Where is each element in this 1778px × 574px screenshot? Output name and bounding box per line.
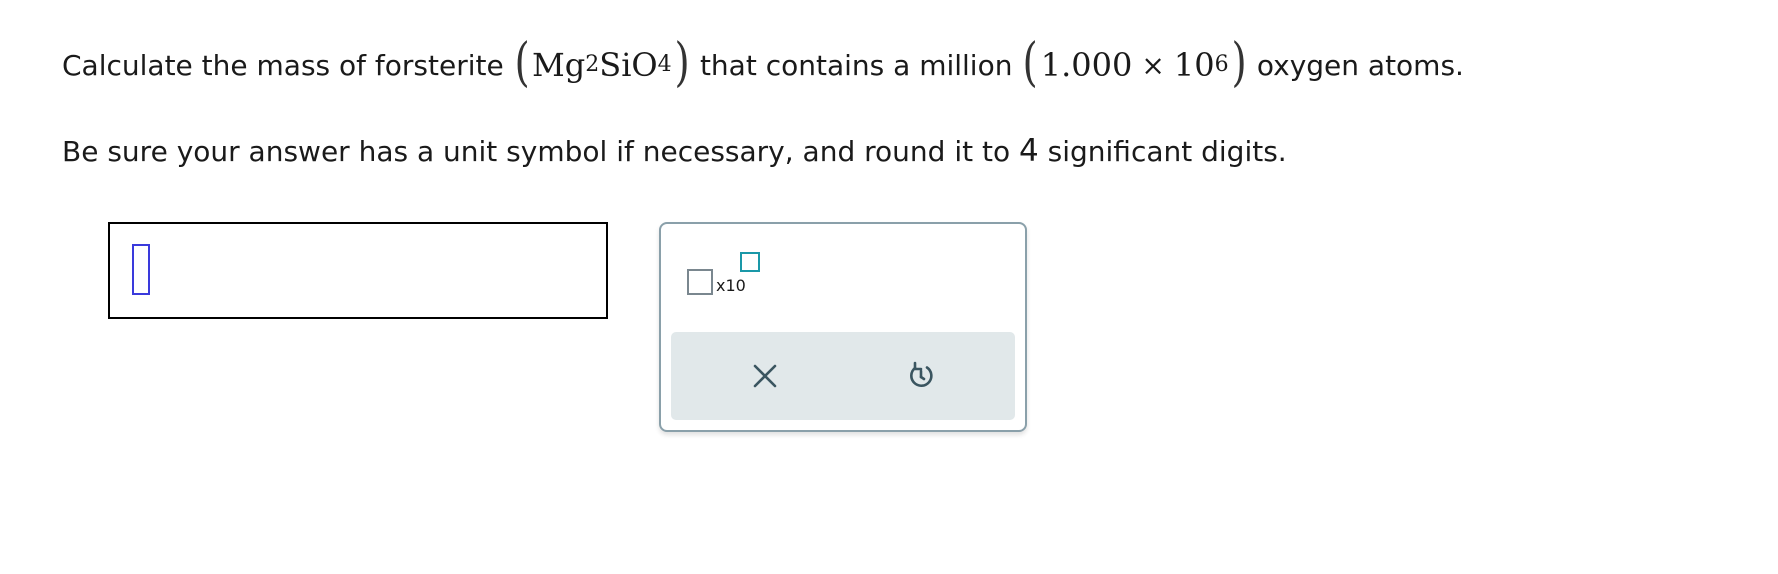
question-text: Calculate the mass of forsterite ( Mg 2 Si… — [62, 30, 1464, 100]
close-icon — [753, 364, 777, 388]
answer-tools-panel: x10 — [659, 222, 1027, 432]
undo-icon — [910, 361, 933, 387]
number-coefficient: 1.000 — [1040, 46, 1133, 84]
number-base: 10 — [1173, 46, 1215, 84]
times-symbol: × — [1141, 48, 1165, 82]
answer-input[interactable] — [108, 222, 608, 319]
formula-mg: Mg — [532, 46, 586, 84]
exponent-placeholder-icon — [740, 252, 760, 272]
scientific-notation-label: x10 — [716, 276, 746, 295]
undo-button[interactable] — [899, 354, 943, 398]
formula-sio: SiO — [599, 46, 658, 84]
forsterite-formula: ( Mg 2 SiO 4 ) — [514, 33, 690, 93]
question-prefix: Calculate the mass of forsterite — [62, 48, 504, 82]
action-bar — [671, 332, 1015, 420]
scientific-notation-button[interactable]: x10 — [687, 252, 760, 296]
close-paren: ) — [674, 33, 690, 93]
question-suffix: oxygen atoms. — [1256, 48, 1464, 82]
clear-button[interactable] — [743, 354, 787, 398]
question-middle: that contains a million — [699, 48, 1013, 82]
close-paren: ) — [1231, 33, 1247, 93]
answer-cursor-slot[interactable] — [132, 244, 150, 295]
instruction-after-digit: significant digits. — [1047, 135, 1287, 168]
significant-digits-count: 4 — [1019, 133, 1039, 169]
instruction-text: Be sure your answer has a unit symbol if… — [62, 133, 1287, 169]
base-placeholder-icon — [687, 269, 713, 295]
open-paren: ( — [1023, 33, 1039, 93]
open-paren: ( — [514, 33, 530, 93]
atom-count-expression: ( 1.000 × 10 6 ) — [1023, 33, 1247, 93]
instruction-before-digit: Be sure your answer has a unit symbol if… — [62, 135, 1011, 168]
